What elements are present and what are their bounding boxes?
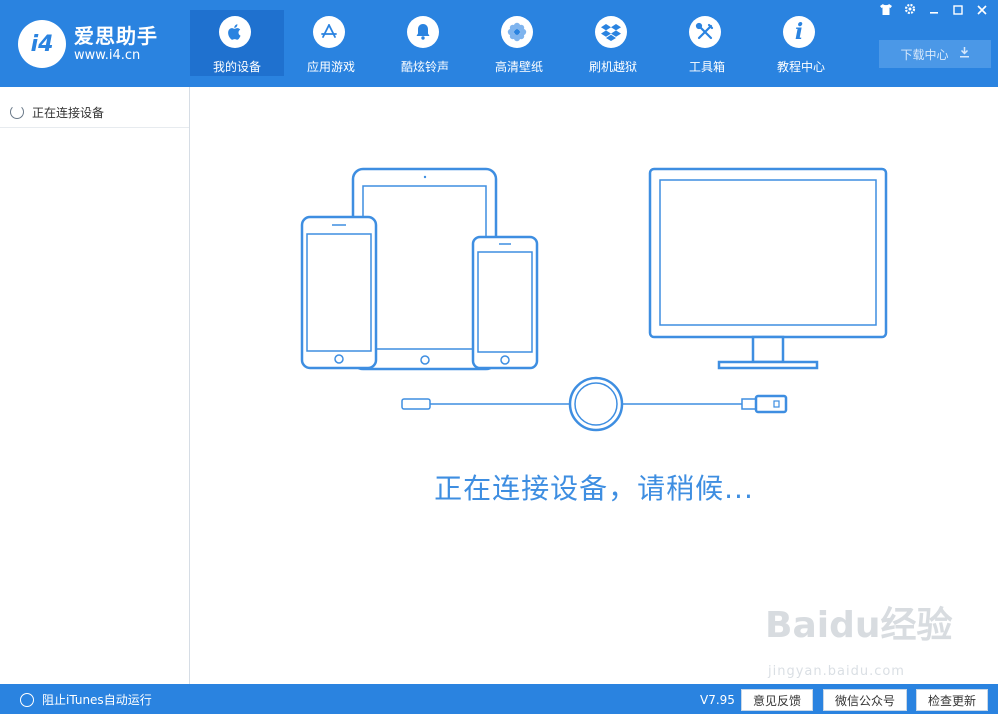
check-update-button[interactable]: 检查更新 xyxy=(916,689,988,711)
iphone-small-illustration xyxy=(471,235,539,370)
header-bar: i4 爱思助手 www.i4.cn 我的设备 应用游戏 酷炫铃声 高清壁纸 刷机… xyxy=(0,0,998,87)
minimize-icon[interactable] xyxy=(924,3,944,19)
usb-cable-illustration xyxy=(401,376,788,432)
radio-circle-icon xyxy=(20,692,34,707)
sidebar-item-connecting[interactable]: 正在连接设备 xyxy=(0,97,189,128)
sidebar-item-label: 正在连接设备 xyxy=(32,105,105,120)
nav-label: 应用游戏 xyxy=(306,60,355,74)
iphone-large-illustration xyxy=(300,215,378,370)
status-bar: 阻止iTunes自动运行 V7.95 意见反馈 微信公众号 检查更新 xyxy=(0,684,998,714)
settings-icon[interactable] xyxy=(900,3,920,19)
app-url: www.i4.cn xyxy=(74,48,141,63)
flower-icon xyxy=(501,16,533,48)
dropbox-icon xyxy=(595,16,627,48)
baidu-watermark: Baidu经验 xyxy=(765,605,953,646)
main-nav: 我的设备 应用游戏 酷炫铃声 高清壁纸 刷机越狱 工具箱 i 教程中心 xyxy=(190,10,848,76)
app-name: 爱思助手 xyxy=(74,24,158,48)
info-icon: i xyxy=(783,16,815,48)
baidu-watermark-url: jingyan.baidu.com xyxy=(768,664,905,679)
connecting-status-text: 正在连接设备，请稍候... xyxy=(434,472,754,505)
nav-label: 我的设备 xyxy=(212,60,261,74)
tab-flash-jailbreak[interactable]: 刷机越狱 xyxy=(566,10,660,76)
device-sidebar: 正在连接设备 xyxy=(0,87,190,684)
download-icon xyxy=(959,47,970,61)
window-controls xyxy=(876,3,992,19)
download-label: 下载中心 xyxy=(900,47,949,62)
download-center-button[interactable]: 下载中心 xyxy=(879,40,991,68)
app-logo: i4 爱思助手 www.i4.cn xyxy=(18,20,158,68)
app-store-icon xyxy=(313,16,345,48)
devices-illustration xyxy=(300,167,888,432)
nav-label: 刷机越狱 xyxy=(588,60,637,74)
block-itunes-label: 阻止iTunes自动运行 xyxy=(42,693,152,707)
nav-label: 酷炫铃声 xyxy=(400,60,449,74)
nav-label: 高清壁纸 xyxy=(494,60,543,74)
block-itunes-toggle[interactable]: 阻止iTunes自动运行 xyxy=(20,691,152,708)
tab-my-device[interactable]: 我的设备 xyxy=(190,10,284,76)
tab-toolbox[interactable]: 工具箱 xyxy=(660,10,754,76)
main-panel: 正在连接设备，请稍候... xyxy=(190,87,998,684)
nav-label: 工具箱 xyxy=(688,60,725,74)
tab-wallpapers[interactable]: 高清壁纸 xyxy=(472,10,566,76)
tab-ringtones[interactable]: 酷炫铃声 xyxy=(378,10,472,76)
spinner-icon xyxy=(10,105,24,119)
bell-icon xyxy=(407,16,439,48)
apple-icon xyxy=(219,16,251,48)
wechat-button[interactable]: 微信公众号 xyxy=(823,689,907,711)
version-label: V7.95 xyxy=(700,693,735,707)
shirt-icon[interactable] xyxy=(876,3,896,19)
nav-label: 教程中心 xyxy=(776,60,825,74)
close-icon[interactable] xyxy=(972,3,992,19)
tools-icon xyxy=(689,16,721,48)
tab-tutorials[interactable]: i 教程中心 xyxy=(754,10,848,76)
monitor-illustration xyxy=(648,167,888,370)
tab-apps-games[interactable]: 应用游戏 xyxy=(284,10,378,76)
logo-mark: i4 xyxy=(18,20,66,68)
feedback-button[interactable]: 意见反馈 xyxy=(741,689,813,711)
maximize-icon[interactable] xyxy=(948,3,968,19)
